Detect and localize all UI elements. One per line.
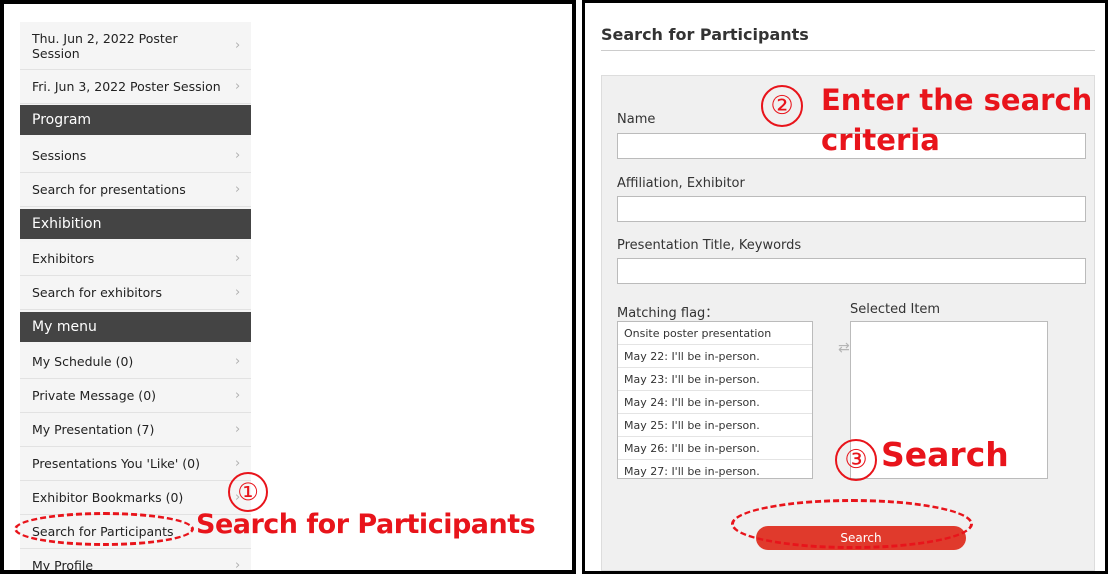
list-item[interactable]: May 27: I'll be in-person.	[618, 460, 812, 478]
chevron-right-icon: ›	[235, 79, 241, 94]
list-item[interactable]: May 22: I'll be in-person.	[618, 345, 812, 368]
sidebar-menu: Thu. Jun 2, 2022 Poster Session › Fri. J…	[20, 22, 251, 573]
step1-highlight-ellipse	[14, 512, 194, 546]
step2-number-marker: ②	[761, 85, 803, 127]
matching-flag-label: Matching flag：	[617, 306, 719, 321]
sidebar-item-label: Exhibitor Bookmarks (0)	[32, 490, 184, 505]
step2-annotation-text-line2: criteria	[821, 123, 940, 157]
chevron-right-icon: ›	[235, 388, 241, 403]
sidebar-item-thu-poster-session[interactable]: Thu. Jun 2, 2022 Poster Session ›	[20, 22, 251, 70]
keywords-input[interactable]	[617, 258, 1086, 284]
chevron-right-icon: ›	[235, 558, 241, 573]
chevron-right-icon: ›	[235, 285, 241, 300]
name-field-label: Name	[617, 112, 656, 127]
chevron-right-icon: ›	[235, 251, 241, 266]
sidebar-item-label: My Presentation (7)	[32, 422, 155, 437]
step3-number-marker: ③	[835, 439, 877, 481]
sidebar-item-label: Fri. Jun 3, 2022 Poster Session	[32, 79, 221, 94]
list-item[interactable]: May 23: I'll be in-person.	[618, 368, 812, 391]
sidebar-item-private-message[interactable]: Private Message (0) ›	[20, 379, 251, 413]
sidebar-item-label: Search for presentations	[32, 182, 186, 197]
sidebar-heading-exhibition: Exhibition	[20, 209, 251, 239]
sidebar-item-fri-poster-session[interactable]: Fri. Jun 3, 2022 Poster Session ›	[20, 70, 251, 104]
swap-arrows-icon[interactable]: ⇄	[838, 340, 850, 356]
sidebar-heading-my-menu: My menu	[20, 312, 251, 342]
chevron-right-icon: ›	[235, 148, 241, 163]
list-item[interactable]: May 26: I'll be in-person.	[618, 437, 812, 460]
sidebar-item-my-presentation[interactable]: My Presentation (7) ›	[20, 413, 251, 447]
page-title: Search for Participants	[601, 25, 1095, 51]
left-panel: Thu. Jun 2, 2022 Poster Session › Fri. J…	[0, 0, 576, 574]
sidebar-item-my-profile[interactable]: My Profile ›	[20, 549, 251, 573]
step2-annotation-text-line1: Enter the search	[821, 83, 1093, 117]
sidebar-item-label: My Profile	[32, 558, 94, 573]
chevron-right-icon: ›	[235, 456, 241, 471]
sidebar-item-search-presentations[interactable]: Search for presentations ›	[20, 173, 251, 207]
affiliation-input[interactable]	[617, 196, 1086, 222]
matching-flag-list[interactable]: Onsite poster presentation May 22: I'll …	[617, 321, 813, 479]
sidebar-item-label: Presentations You 'Like' (0)	[32, 456, 200, 471]
right-panel: Search for Participants Name Affiliation…	[582, 0, 1108, 574]
affiliation-field-label: Affiliation, Exhibitor	[617, 176, 745, 191]
list-item[interactable]: Onsite poster presentation	[618, 322, 812, 345]
selected-item-label: Selected Item	[850, 302, 941, 317]
step1-number-marker: ①	[228, 472, 268, 512]
sidebar-item-label: Search for exhibitors	[32, 285, 162, 300]
sidebar-item-label: Sessions	[32, 148, 87, 163]
step3-annotation-text: Search	[881, 435, 1009, 474]
sidebar-item-label: Exhibitors	[32, 251, 95, 266]
sidebar-item-label: Thu. Jun 2, 2022 Poster Session	[32, 30, 178, 61]
step3-highlight-ellipse	[731, 499, 973, 549]
chevron-right-icon: ›	[235, 182, 241, 197]
sidebar-item-sessions[interactable]: Sessions ›	[20, 139, 251, 173]
sidebar-heading-program: Program	[20, 105, 251, 135]
chevron-right-icon: ›	[235, 422, 241, 437]
sidebar-item-search-exhibitors[interactable]: Search for exhibitors ›	[20, 276, 251, 310]
chevron-right-icon: ›	[235, 354, 241, 369]
step1-annotation-text: Search for Participants	[196, 509, 536, 540]
sidebar-item-my-schedule[interactable]: My Schedule (0) ›	[20, 345, 251, 379]
chevron-right-icon: ›	[235, 38, 241, 53]
list-item[interactable]: May 24: I'll be in-person.	[618, 391, 812, 414]
sidebar-item-label: My Schedule (0)	[32, 354, 134, 369]
sidebar-item-label: Private Message (0)	[32, 388, 157, 403]
keywords-field-label: Presentation Title, Keywords	[617, 238, 802, 253]
sidebar-item-presentations-liked[interactable]: Presentations You 'Like' (0) ›	[20, 447, 251, 481]
list-item[interactable]: May 25: I'll be in-person.	[618, 414, 812, 437]
sidebar-item-exhibitors[interactable]: Exhibitors ›	[20, 242, 251, 276]
